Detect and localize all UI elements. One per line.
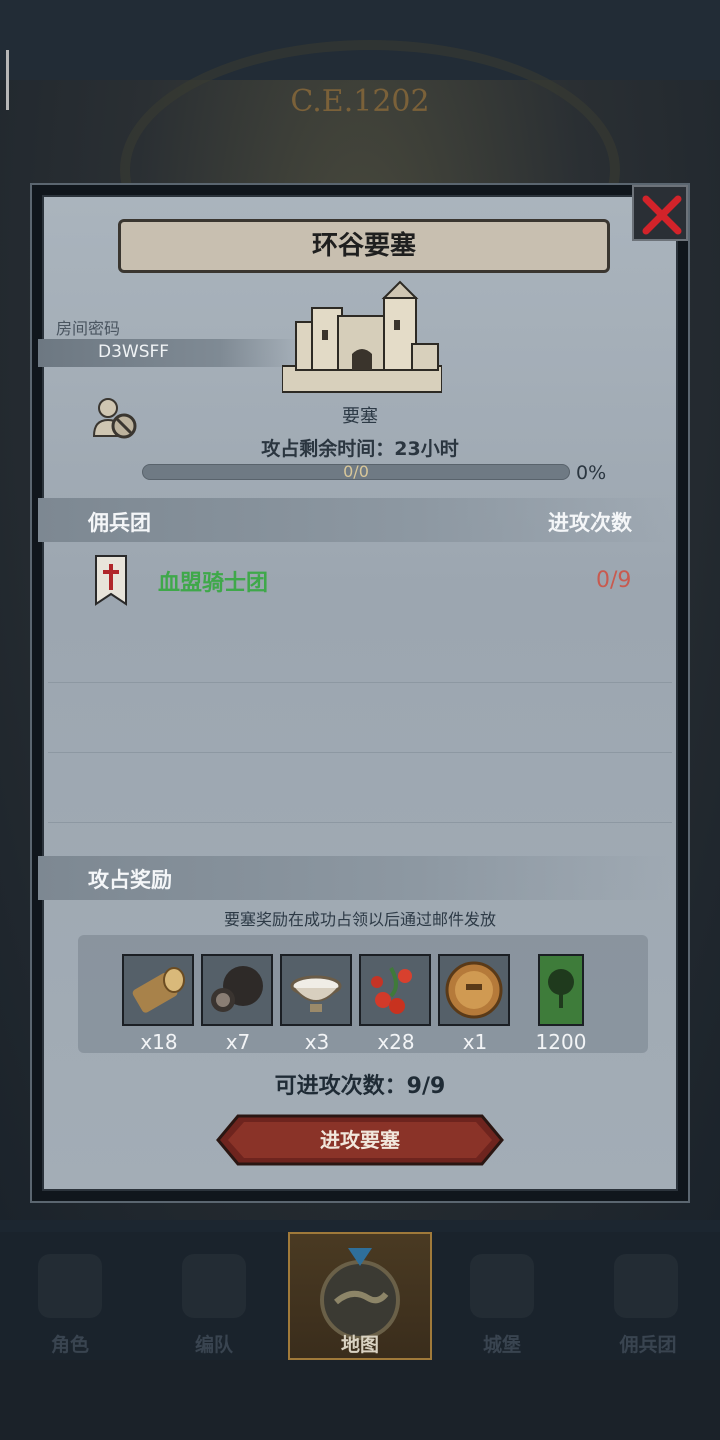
row-divider [48,752,672,753]
mercenary-name: 血盟骑士团 [158,571,269,596]
remaining-time: 攻占剩余时间：23小时 [261,438,459,460]
reward-quantity: x1 [462,1030,488,1054]
reward-section-title: 攻占奖励 [88,868,172,892]
nav-label-mercenary: 佣兵团 [619,1334,677,1356]
fortress-type: 要塞 [342,406,378,427]
attack-count-header: 进攻次数 [548,511,632,535]
row-divider [48,682,672,683]
nav-label-formation: 编队 [194,1334,233,1356]
dialog-title: 环谷要塞 [311,231,416,261]
truffle-icon [203,956,271,1024]
close-button[interactable] [632,185,688,241]
fortress-icon [282,280,442,393]
formation-icon [182,1254,246,1318]
reward-quantity: 1200 [535,1030,587,1054]
capture-progress-percent: 0% [576,462,607,484]
knight-medal-icon [440,956,508,1024]
mercenary-row[interactable] [48,544,672,610]
reward-item[interactable] [201,954,273,1026]
room-password-value: D3WSFF [98,342,170,362]
milk-bowl-icon [282,956,350,1024]
castle-icon [470,1254,534,1318]
close-icon [642,195,682,235]
reward-item[interactable] [359,954,431,1026]
wood-log-icon [124,956,192,1024]
mercenary-icon [614,1254,678,1318]
year-label: C.E.1202 [290,84,430,119]
reward-item[interactable] [280,954,352,1026]
reward-item[interactable] [438,954,510,1026]
berries-icon [361,956,429,1024]
remaining-attempts: 可进攻次数：9/9 [274,1074,446,1099]
reward-item[interactable] [538,954,584,1026]
mercenary-attack-count: 0/9 [596,568,632,593]
character-icon [38,1254,102,1318]
reward-quantity: x3 [304,1030,330,1054]
row-divider [48,822,672,823]
edge-indicator [6,50,9,110]
nav-label-castle: 城堡 [482,1334,521,1356]
room-password-label: 房间密码 [56,319,121,338]
system-bottom-bar [0,1360,720,1440]
capture-progress-text: 0/0 [343,462,369,481]
reward-quantity: x7 [225,1030,251,1054]
attack-fortress-button[interactable]: 进攻要塞 [216,1114,504,1166]
reward-item[interactable] [122,954,194,1026]
title-banner: 环谷要塞 [118,219,610,273]
reward-note: 要塞奖励在成功占领以后通过邮件发放 [223,910,496,929]
nav-label-character: 角色 [50,1334,89,1356]
reward-quantity: x18 [140,1030,178,1054]
tree-banner-icon [540,956,582,1024]
person-blocked-icon[interactable] [92,396,140,442]
nav-label-map: 地图 [340,1334,379,1356]
reward-quantity: x28 [377,1030,415,1054]
crusader-banner-icon [95,555,127,606]
mercenary-section-title: 佣兵团 [88,511,151,535]
